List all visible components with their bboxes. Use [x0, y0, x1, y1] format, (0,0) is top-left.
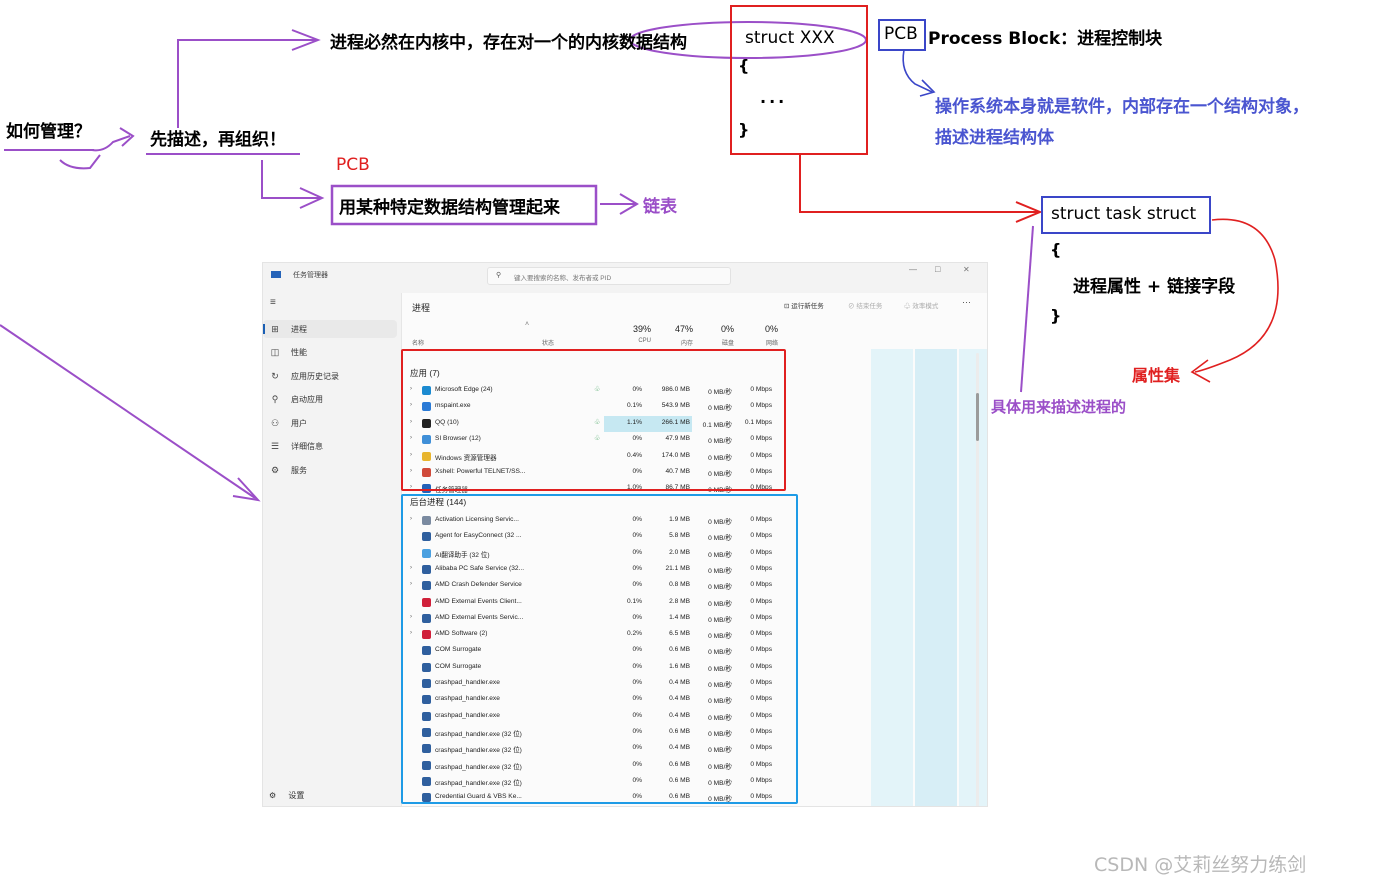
startup-icon: ⚲ [271, 394, 279, 404]
maximize-button[interactable]: □ [935, 264, 940, 274]
task-open-brace: { [1050, 240, 1062, 259]
sort-chevron-icon: ˄ [525, 321, 530, 328]
services-icon: ⚙ [270, 464, 280, 475]
settings-icon: ⚙ [269, 791, 277, 800]
app-title: 任务管理器 [293, 272, 328, 279]
end-task-button[interactable]: ⊘ 结束任务 [848, 300, 882, 310]
struct-xxx-open-brace: { [738, 56, 750, 75]
note-os-software-2: 描述进程结构体 [935, 128, 1054, 148]
note-describe-organize: 先描述，再组织！ [150, 130, 286, 150]
note-task-struct: struct task struct [1051, 204, 1197, 224]
search-placeholder: 键入要搜索的名称、发布者或 PID [514, 275, 612, 282]
col-net-pct[interactable]: 0% [738, 324, 778, 334]
sidebar-item-label: 性能 [291, 348, 307, 357]
leaf-icon: ♧ [904, 303, 911, 310]
run-task-icon: ⊡ [784, 303, 790, 310]
end-task-label: 结束任务 [856, 303, 883, 310]
struct-xxx-close-brace: } [738, 120, 750, 139]
title-bar: 任务管理器 ⚲ 键入要搜索的名称、发布者或 PID — □ ✕ [263, 263, 987, 287]
underline-squiggle [59, 154, 101, 170]
disk-column-bg [959, 349, 987, 806]
sidebar-item-2[interactable]: ◫ 性能 [263, 344, 397, 362]
line-describe-process [1020, 225, 1034, 393]
note-process-block: Process Block：进程控制块 [928, 29, 1163, 49]
sidebar-item-7[interactable]: ⚙ 服务 [263, 461, 397, 479]
scrollbar[interactable] [976, 353, 979, 806]
end-task-icon: ⊘ [848, 303, 855, 310]
sidebar-item-3[interactable]: ↻ 应用历史记录 [263, 367, 397, 385]
search-box[interactable]: ⚲ 键入要搜索的名称、发布者或 PID [487, 267, 731, 285]
col-status[interactable]: 状态 [542, 338, 554, 347]
sidebar-item-4[interactable]: ⚲ 启动应用 [263, 391, 397, 409]
efficiency-label: 效率模式 [912, 303, 939, 310]
sidebar-item-1[interactable]: ⊞ 进程 [263, 320, 397, 338]
note-struct-xxx: struct XXX [745, 28, 835, 48]
sidebar-item-label: 启动应用 [291, 395, 323, 404]
app-logo-icon [271, 271, 281, 278]
run-task-label: 运行新任务 [791, 303, 824, 310]
history-icon: ↻ [271, 370, 279, 381]
col-cpu[interactable]: CPU [611, 338, 651, 344]
page-title: 进程 [412, 303, 431, 313]
task-close-brace: } [1050, 306, 1062, 325]
sidebar-item-6[interactable]: ☰ 详细信息 [263, 438, 397, 456]
sidebar-item-label: 应用历史记录 [291, 371, 339, 381]
users-icon: ⚇ [270, 417, 280, 428]
note-task-body: 进程属性 + 链接字段 [1073, 277, 1236, 297]
note-linked-list: 链表 [643, 197, 677, 217]
col-name[interactable]: 名称 [412, 338, 424, 347]
note-pcb-red: PCB [336, 155, 370, 175]
note-os-software-1: 操作系统本身就是软件，内部存在一个结构对象， [935, 97, 1309, 117]
col-disk[interactable]: 磁盘 [694, 338, 734, 347]
cpu-column-bg [871, 349, 913, 806]
sidebar-item-label: 详细信息 [291, 442, 323, 451]
col-disk-pct[interactable]: 0% [694, 324, 734, 334]
scrollbar-thumb[interactable] [976, 393, 979, 441]
col-mem-pct[interactable]: 47% [653, 324, 693, 334]
settings-label: 设置 [288, 791, 305, 800]
sidebar-item-5[interactable]: ⚇ 用户 [263, 414, 397, 432]
note-manage-struct: 用某种特定数据结构管理起来 [339, 198, 560, 218]
efficiency-button[interactable]: ♧ 效率模式 [904, 300, 938, 310]
sidebar-item-label: 用户 [291, 418, 307, 428]
sidebar-item-label: 进程 [291, 324, 307, 334]
arrow-up-to-kernel [177, 39, 318, 128]
sidebar-item-label: 服务 [291, 465, 307, 475]
struct-xxx-dots: ... [760, 88, 788, 107]
minimize-button[interactable]: — [909, 265, 917, 274]
note-pcb: PCB [884, 24, 918, 44]
run-task-button[interactable]: ⊡ 运行新任务 [784, 300, 824, 310]
line-to-tm-head [232, 477, 261, 502]
background-highlight-box [401, 494, 798, 804]
arrow-xxx-to-task [799, 154, 1040, 213]
mem-column-bg [915, 349, 957, 806]
col-net[interactable]: 网络 [738, 338, 778, 347]
watermark: CSDN @艾莉丝努力练剑 [1094, 854, 1307, 876]
note-describe-process: 具体用来描述进程的 [991, 398, 1127, 416]
performance-icon: ◫ [270, 347, 280, 357]
col-mem[interactable]: 内存 [653, 338, 693, 347]
arrow-down-to-manage [261, 160, 322, 199]
line-to-tm [0, 324, 256, 499]
sidebar: ≡ ⊞ 进程 ◫ 性能 ↻ 应用历史记录 ⚲ 启动应用 ⚇ 用户 ☰ 详细信息 ⚙ 服务 ⚙ 设置 [263, 293, 401, 806]
close-button[interactable]: ✕ [963, 265, 970, 274]
more-button[interactable]: ··· [962, 297, 971, 307]
settings-item[interactable]: ⚙ 设置 [269, 790, 304, 801]
apps-highlight-box [401, 349, 786, 491]
col-cpu-pct[interactable]: 39% [611, 324, 651, 334]
details-icon: ☰ [270, 441, 280, 451]
processes-icon: ⊞ [271, 323, 279, 334]
note-kernel-struct: 进程必然在内核中，存在对一个的内核数据结构 [330, 33, 687, 53]
search-icon: ⚲ [496, 272, 502, 279]
note-attr-set: 属性集 [1132, 366, 1181, 385]
note-manage-question: 如何管理？ [6, 122, 91, 142]
hamburger-icon[interactable]: ≡ [270, 297, 276, 308]
